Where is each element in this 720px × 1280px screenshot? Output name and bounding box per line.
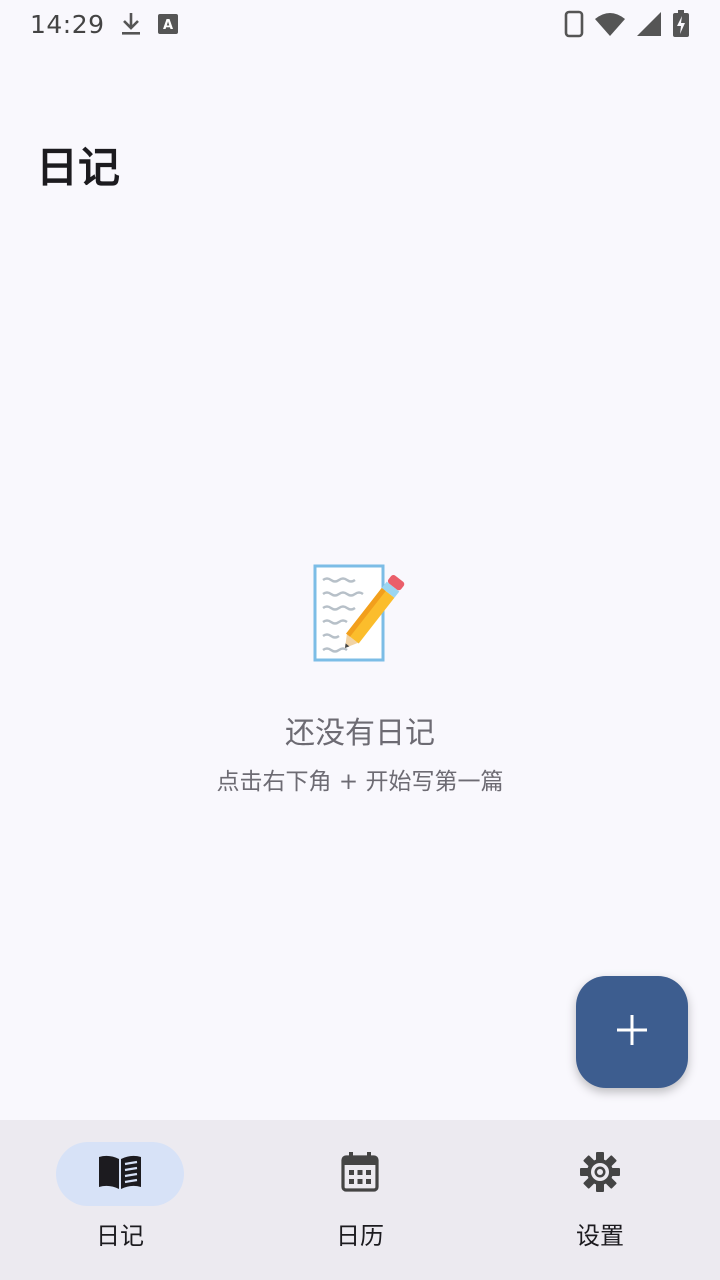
download-icon [119,11,143,37]
keyboard-a-icon: A [157,13,179,35]
nav-item-calendar[interactable]: 日历 [240,1120,480,1280]
empty-state: 还没有日记 点击右下角 + 开始写第一篇 [0,560,720,796]
status-time: 14:29 [30,9,105,39]
calendar-icon [340,1151,380,1197]
nav-label-diary: 日记 [96,1222,144,1250]
battery-charging-icon [672,10,690,38]
page-title: 日记 [36,143,121,192]
book-icon [96,1152,144,1196]
empty-title: 还没有日记 [285,716,435,751]
nav-item-settings[interactable]: 设置 [480,1120,720,1280]
nav-label-settings: 设置 [576,1222,624,1250]
status-bar: 14:29 A [0,0,720,48]
status-left: 14:29 A [30,10,179,39]
signal-icon [636,11,662,37]
nav-label-calendar: 日历 [336,1222,384,1250]
nav-item-diary[interactable]: 日记 [0,1120,240,1280]
memo-pencil-icon [305,560,415,670]
plus-icon [615,1013,649,1051]
phone-icon [564,10,584,38]
nav-indicator [296,1142,424,1206]
svg-text:A: A [163,18,173,33]
status-right [564,10,690,38]
nav-active-indicator [56,1142,184,1206]
nav-indicator [536,1142,664,1206]
add-diary-button[interactable] [576,976,688,1088]
bottom-nav: 日记 日历 设置 [0,1120,720,1280]
wifi-icon [594,11,626,37]
gear-icon [579,1151,621,1197]
empty-subtitle: 点击右下角 + 开始写第一篇 [216,769,504,795]
